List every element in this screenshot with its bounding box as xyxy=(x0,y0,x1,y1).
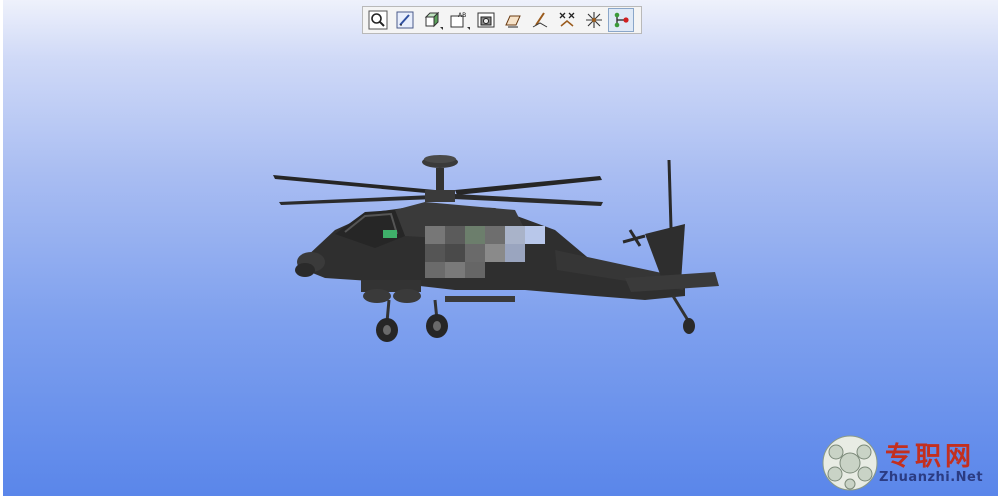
cube-view-icon xyxy=(424,11,440,28)
edit-view-button[interactable] xyxy=(392,8,418,32)
helicopter-model[interactable] xyxy=(265,150,725,350)
watermark-url: Zhuanzhi.Net xyxy=(879,470,984,485)
explode-star-icon xyxy=(586,12,602,28)
watermark-logo: 专职网 Zhuanzhi.Net xyxy=(821,434,997,492)
globe-logo-icon xyxy=(822,435,878,491)
explode-x-button[interactable] xyxy=(554,8,580,32)
3d-viewport[interactable]: AB 专职网 Zhuanzhi.Net xyxy=(0,0,998,496)
explode-x-icon xyxy=(559,12,575,27)
camera-snapshot-icon xyxy=(477,12,495,28)
svg-text:AB: AB xyxy=(458,12,466,19)
section-pen-icon xyxy=(532,12,548,28)
connect-nodes-button[interactable] xyxy=(608,8,634,32)
view-toolbar: AB xyxy=(362,6,642,34)
zoom-button[interactable] xyxy=(365,8,391,32)
edit-view-icon xyxy=(396,11,414,29)
measure-plane-icon xyxy=(505,15,521,28)
text-annotation-button[interactable]: AB xyxy=(446,8,472,32)
camera-snapshot-button[interactable] xyxy=(473,8,499,32)
cube-view-button[interactable] xyxy=(419,8,445,32)
measure-plane-button[interactable] xyxy=(500,8,526,32)
dropdown-arrow-icon xyxy=(467,27,470,30)
explode-star-button[interactable] xyxy=(581,8,607,32)
connect-nodes-icon xyxy=(614,12,629,28)
text-annotation-icon: AB xyxy=(450,12,466,28)
section-pen-button[interactable] xyxy=(527,8,553,32)
dropdown-arrow-icon xyxy=(440,27,443,30)
watermark-title: 专职网 xyxy=(885,442,976,472)
zoom-icon xyxy=(368,10,388,30)
